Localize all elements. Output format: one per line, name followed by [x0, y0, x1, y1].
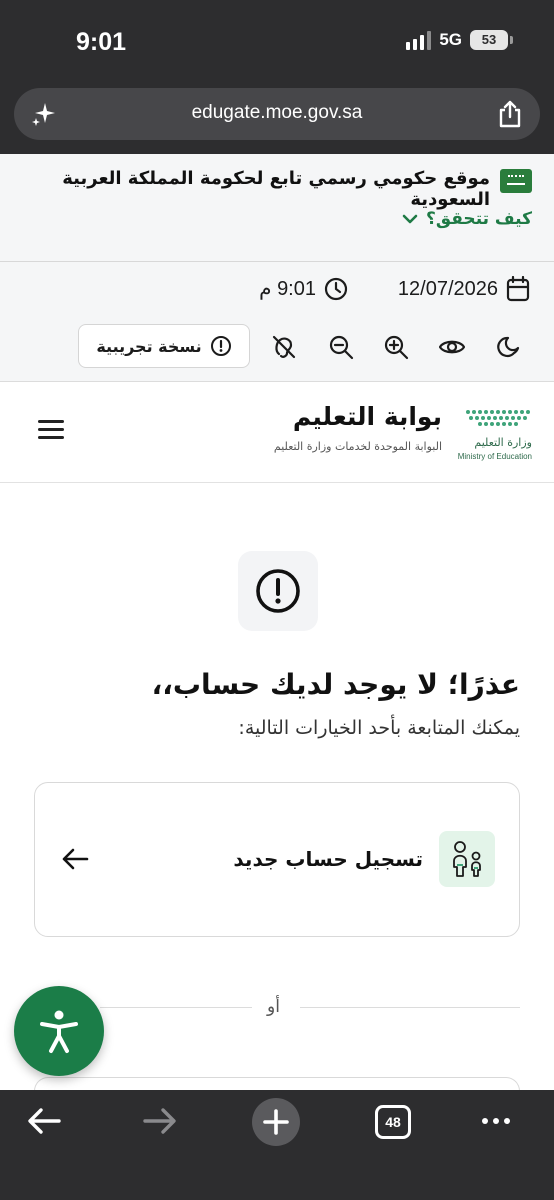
- register-account-card[interactable]: تسجيل حساب جديد: [34, 782, 520, 937]
- accessibility-button[interactable]: [14, 986, 104, 1076]
- hamburger-menu-icon[interactable]: [38, 420, 64, 444]
- accessibility-icon: [40, 1010, 78, 1053]
- ministry-name-en: Ministry of Education: [457, 452, 532, 461]
- accessibility-toolbar: 12/07/2026 9:01 م نسخة تجريبية: [0, 262, 554, 382]
- date-text: 12/07/2026: [397, 277, 498, 300]
- eye-icon[interactable]: [439, 334, 465, 360]
- trial-version-button[interactable]: نسخة تجريبية: [78, 324, 250, 368]
- site-header: بوابة التعليم البوابة الموحدة لخدمات وزا…: [0, 382, 554, 483]
- trial-version-label: نسخة تجريبية: [96, 336, 202, 356]
- share-icon[interactable]: [496, 99, 524, 129]
- or-separator: أو: [267, 997, 280, 1017]
- date-display: 12/07/2026: [398, 276, 530, 302]
- arrow-left-icon: [62, 848, 89, 870]
- more-options-icon[interactable]: [482, 1118, 510, 1124]
- time-text: 9:01 م: [259, 278, 316, 300]
- info-circle-icon: [210, 336, 231, 356]
- verify-label: كيف تتحقق؟: [426, 209, 532, 229]
- forward-arrow-icon[interactable]: [142, 1106, 178, 1136]
- plus-icon: [263, 1109, 289, 1135]
- alert-icon-box: [238, 551, 318, 631]
- new-tab-button[interactable]: [252, 1098, 300, 1146]
- network-label: 5G: [439, 30, 462, 49]
- ministry-name: وزارة التعليم: [474, 436, 532, 449]
- gov-banner: موقع حكومي رسمي تابع لحكومة المملكة العر…: [0, 154, 554, 262]
- battery-icon: 53: [470, 30, 513, 50]
- portal-title: بوابة التعليم: [292, 402, 442, 431]
- signal-icon: [406, 30, 432, 50]
- calendar-icon: [506, 276, 530, 302]
- dark-mode-icon[interactable]: [496, 334, 522, 360]
- portal-subtitle: البوابة الموحدة لخدمات وزارة التعليم: [273, 440, 442, 453]
- page-subheading: يمكنك المتابعة بأحد الخيارات التالية:: [238, 717, 520, 739]
- time-display: 9:01 م: [259, 276, 348, 301]
- page-heading: عذرًا؛ لا يوجد لديك حساب،،: [151, 668, 520, 701]
- saudi-flag-icon: [500, 169, 532, 193]
- divider-left: [100, 1007, 252, 1008]
- ministry-logo-icon: [466, 410, 530, 426]
- divider-right: [300, 1007, 520, 1008]
- browser-chrome: 9:01 5G 53 edugate.moe.gov.sa: [0, 0, 554, 154]
- back-arrow-icon[interactable]: [26, 1106, 62, 1136]
- verify-link[interactable]: كيف تتحقق؟: [402, 209, 532, 229]
- chevron-down-icon: [402, 214, 418, 224]
- clock-icon: [324, 277, 348, 300]
- url-text[interactable]: edugate.moe.gov.sa: [14, 102, 540, 124]
- family-icon: [453, 841, 481, 877]
- zoom-out-icon[interactable]: [328, 334, 354, 360]
- tabs-button[interactable]: 48: [375, 1105, 411, 1139]
- exclamation-circle-icon: [256, 569, 300, 613]
- zoom-in-icon[interactable]: [383, 334, 409, 360]
- address-bar[interactable]: edugate.moe.gov.sa: [14, 88, 540, 140]
- status-indicators: 5G 53: [406, 30, 513, 50]
- browser-bottom-bar: 48: [0, 1090, 554, 1200]
- gov-banner-text: موقع حكومي رسمي تابع لحكومة المملكة العر…: [62, 168, 490, 210]
- status-time: 9:01: [76, 28, 127, 56]
- register-account-label: تسجيل حساب جديد: [233, 847, 423, 871]
- hearing-off-icon[interactable]: [271, 334, 297, 360]
- family-icon-box: [439, 831, 495, 887]
